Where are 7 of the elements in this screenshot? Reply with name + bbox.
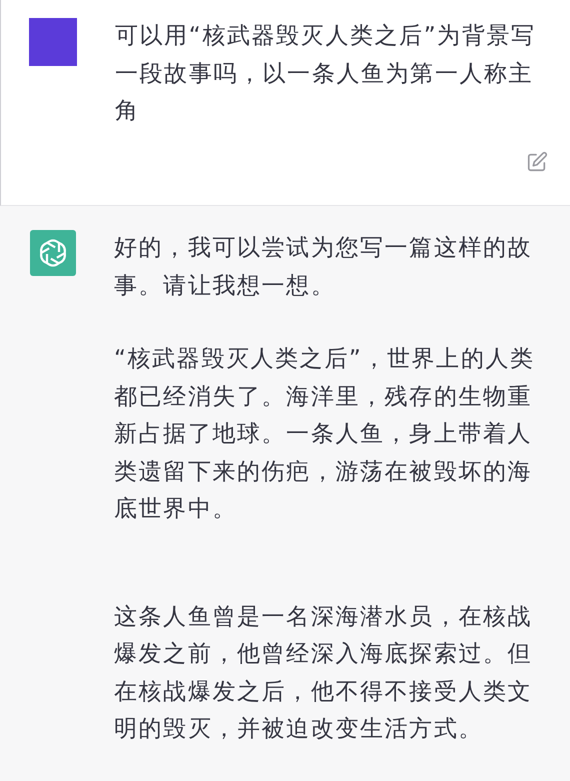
assistant-logo-icon xyxy=(30,230,76,276)
message-paragraph: 可以用“核武器毁灭人类之后”为背景写一段故事吗，以一条人鱼为第一人称主角 xyxy=(115,22,537,126)
message-paragraph: 好的，我可以尝试为您写一篇这样的故事。请让我想一想。 xyxy=(114,234,534,300)
message-paragraph: 这条人鱼曾是一名深海潜水员，在核战爆发之前，他曾经深入海底探索过。但在核战爆发之后，他不得不接受人类文明的毁灭，并被迫改变生活方式。 xyxy=(114,602,534,744)
user-avatar xyxy=(29,18,77,66)
edit-icon[interactable] xyxy=(526,150,548,172)
message-paragraph: “核武器毁灭人类之后”，世界上的人类都已经消失了。海洋里，残存的生物重新占据了地球。一条人鱼，身上带着人类遗留下来的伤疤，游荡在被毁坏的海底世界中。 xyxy=(114,345,536,524)
